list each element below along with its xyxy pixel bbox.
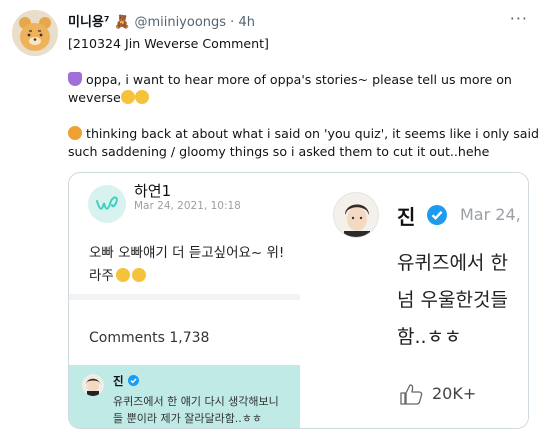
post-date: Mar 24, 2021, 10:18 (134, 200, 241, 212)
artist-comment-zoom-panel: 진 Mar 24, 유퀴즈에서 한 넘 우울한것들 함..ㅎㅎ 20K+ (300, 173, 528, 428)
tweet-line-with-emoji: weverse (68, 89, 528, 107)
artist-avatar (333, 192, 379, 238)
tweet-line-with-emoji: oppa, i want to hear more of oppa's stor… (68, 71, 528, 89)
crying-face-icon (120, 90, 135, 104)
tweet-line: thinking back at about what i said on 'y… (86, 126, 540, 141)
post-username: 하연1 (134, 182, 172, 200)
tweet-header: 미니용⁷ 🧸 @miiniyoongs · 4h (68, 11, 255, 30)
comments-count: Comments 1,738 (89, 330, 210, 346)
tweet-line: such saddening / gloomy things so i aske… (68, 144, 490, 159)
bear-character-icon (12, 10, 58, 56)
more-options-icon[interactable]: ··· (510, 9, 528, 28)
attached-image[interactable]: 하연1 Mar 24, 2021, 10:18 오빠 오빠얘기 더 듣고싶어요~… (68, 172, 529, 429)
reply-avatar (82, 374, 104, 396)
tweet-line: oppa, i want to hear more of oppa's stor… (86, 72, 512, 87)
purple-heart-icon (68, 72, 82, 86)
verified-badge-icon (127, 375, 139, 386)
artist-username: 진 (397, 205, 416, 229)
comment-date: Mar 24, (460, 205, 521, 224)
crying-face-icon (115, 268, 130, 282)
comment-line: 유퀴즈에서 한 (397, 252, 508, 274)
user-handle[interactable]: @miiniyoongs (134, 15, 226, 30)
like-count: 20K+ (432, 384, 477, 403)
comment-line: 넘 우울한것들 (397, 289, 508, 311)
artist-reply: 진 유퀴즈에서 한 얘기 다시 생각해보니 들 뿐이라 제가 잘라달라함..ㅎㅎ (69, 365, 300, 428)
tweet-line: weverse (68, 90, 121, 105)
tweet-line-with-emoji: thinking back at about what i said on 'y… (68, 125, 539, 143)
crying-face-icon (134, 90, 149, 104)
weverse-post-panel: 하연1 Mar 24, 2021, 10:18 오빠 오빠얘기 더 듣고싶어요~… (69, 173, 300, 428)
reply-name: 진 (113, 373, 139, 389)
post-line-with-emoji: 라주 (89, 265, 284, 288)
divider (69, 294, 300, 300)
post-line: 라주 (89, 268, 114, 284)
display-name[interactable]: 미니용⁷ 🧸 (68, 15, 130, 30)
comment-line: 함..ㅎㅎ (397, 326, 462, 348)
post-line: 오빠 오빠얘기 더 듣고싶어요~ 위! (89, 245, 285, 261)
profile-avatar[interactable] (12, 10, 58, 56)
reply-name-text: 진 (113, 374, 124, 388)
reply-line: 유퀴즈에서 한 얘기 다시 생각해보니 (113, 395, 279, 408)
weverse-logo-icon (88, 185, 126, 223)
thumbs-up-icon (400, 384, 423, 405)
tweet-time[interactable]: 4h (238, 15, 255, 30)
verified-badge-icon (427, 205, 447, 225)
tweet-line: [210324 Jin Weverse Comment] (68, 36, 269, 51)
tweet-body: [210324 Jin Weverse Comment] oppa, i wan… (68, 35, 539, 161)
post-text: 오빠 오빠얘기 더 듣고싶어요~ 위! 라주 (89, 242, 284, 288)
hamster-face-icon (68, 126, 82, 140)
separator-dot: · (226, 15, 239, 30)
crying-face-icon (131, 268, 146, 282)
reply-line: 들 뿐이라 제가 잘라달라함..ㅎㅎ (113, 412, 263, 425)
